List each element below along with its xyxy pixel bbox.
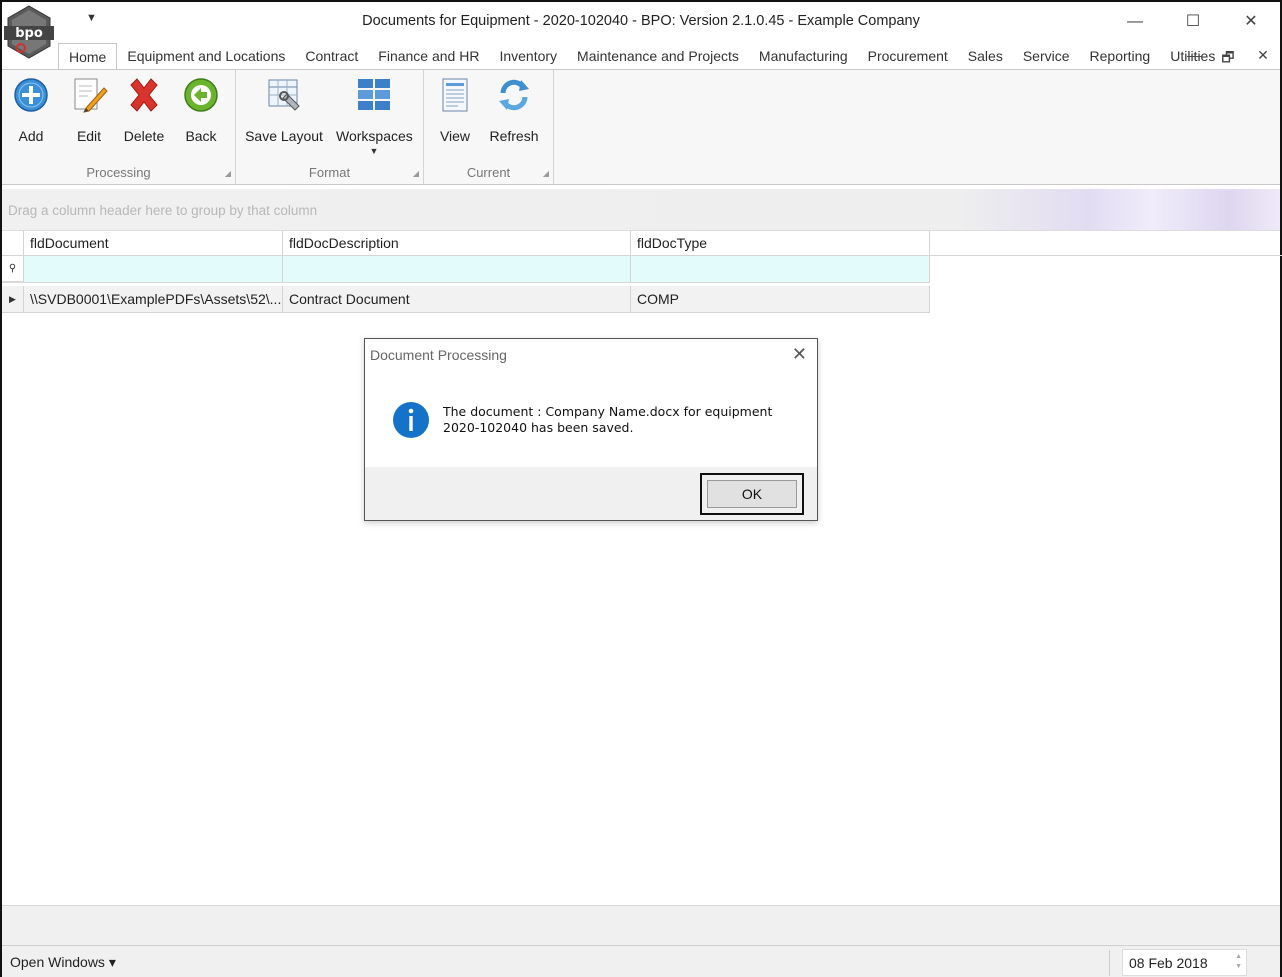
bpo-logo[interactable]: bpo	[2, 2, 56, 64]
close-button[interactable]: ✕	[1236, 10, 1266, 34]
ribbon-panel: Add Edit Delete Back Processing ◢ Save L…	[2, 69, 1280, 185]
back-button[interactable]: Back	[180, 76, 222, 144]
view-button[interactable]: View	[434, 76, 476, 144]
tab-inventory[interactable]: Inventory	[489, 43, 567, 70]
dialog-footer: OK	[365, 467, 817, 520]
processing-launcher-icon[interactable]: ◢	[225, 169, 231, 178]
edit-icon	[70, 76, 108, 114]
save-layout-button[interactable]: Save Layout	[244, 76, 324, 144]
view-label: View	[439, 128, 471, 144]
tab-reporting[interactable]: Reporting	[1080, 43, 1161, 70]
tab-home[interactable]: Home	[58, 43, 118, 70]
document-processing-dialog: Document Processing ✕ The document : Com…	[364, 338, 818, 521]
refresh-label: Refresh	[489, 128, 539, 144]
tab-finance-and-hr[interactable]: Finance and HR	[368, 43, 489, 70]
add-label: Add	[18, 128, 44, 144]
filter-pin-icon: ⚲	[2, 256, 24, 282]
status-bar: Open Windows ▾ 08 Feb 2018 ▲ ▼	[2, 945, 1280, 977]
mdi-restore-icon[interactable]: 🗗	[1218, 47, 1238, 71]
grid-footer-bar	[2, 905, 1280, 945]
date-field[interactable]: 08 Feb 2018 ▲ ▼	[1122, 949, 1247, 976]
group-label-current: Current	[466, 165, 511, 180]
filter-cell-flddocdescription[interactable]	[283, 256, 631, 282]
column-header-flddocument[interactable]: fldDocument	[24, 231, 283, 256]
tab-service[interactable]: Service	[1013, 43, 1080, 70]
workspaces-dropdown-icon: ▼	[369, 146, 379, 156]
title-bar: bpo ▼ Documents for Equipment - 2020-102…	[2, 2, 1280, 59]
workspaces-button[interactable]: Workspaces ▼	[336, 76, 413, 156]
filter-cell-flddocument[interactable]	[24, 256, 283, 282]
window-title: Documents for Equipment - 2020-102040 - …	[362, 13, 920, 29]
ok-button[interactable]: OK	[707, 480, 797, 508]
group-label-processing: Processing	[86, 165, 151, 180]
grid-header: fldDocument fldDocDescription fldDocType	[2, 231, 1282, 256]
filter-cell-flddoctype[interactable]	[631, 256, 930, 282]
cell-flddocdescription[interactable]: Contract Document	[283, 286, 631, 312]
delete-icon	[125, 76, 163, 114]
status-separator	[1109, 950, 1110, 976]
open-windows-button[interactable]: Open Windows ▾	[10, 954, 116, 971]
date-value: 08 Feb 2018	[1129, 955, 1208, 971]
dialog-close-icon[interactable]: ✕	[792, 344, 807, 365]
column-header-flddocdescription[interactable]: fldDocDescription	[283, 231, 631, 256]
tab-sales[interactable]: Sales	[958, 43, 1013, 70]
ribbon-tabs: Home Equipment and Locations Contract Fi…	[58, 42, 1225, 70]
group-label-format: Format	[308, 165, 351, 180]
dialog-title: Document Processing	[370, 347, 507, 363]
refresh-icon	[495, 76, 533, 114]
mdi-close-icon[interactable]: ✕	[1253, 47, 1273, 64]
dialog-message: The document : Company Name.docx for equ…	[443, 404, 773, 435]
group-format: Save Layout Workspaces ▼ Format ◢	[236, 70, 424, 184]
delete-button[interactable]: Delete	[122, 76, 166, 144]
save-layout-label: Save Layout	[245, 128, 323, 144]
delete-label: Delete	[123, 128, 165, 144]
back-label: Back	[185, 128, 217, 144]
minimize-button[interactable]: —	[1120, 10, 1150, 34]
ok-button-focus-frame: OK	[700, 473, 804, 515]
add-button[interactable]: Add	[10, 76, 52, 144]
date-spin-icon[interactable]: ▲ ▼	[1235, 952, 1242, 972]
tab-procurement[interactable]: Procurement	[858, 43, 958, 70]
auto-filter-row: ⚲	[2, 256, 930, 283]
column-header-flddoctype[interactable]: fldDocType	[631, 231, 930, 256]
view-icon	[436, 76, 474, 114]
back-arrow-icon	[182, 76, 220, 114]
cell-flddoctype[interactable]: COMP	[631, 286, 930, 312]
info-icon	[392, 401, 430, 439]
maximize-button[interactable]: ☐	[1178, 10, 1208, 34]
group-current: View Refresh Current ◢	[424, 70, 554, 184]
add-icon	[12, 76, 50, 114]
edit-button[interactable]: Edit	[68, 76, 110, 144]
table-row[interactable]: ▶ \\SVDB0001\ExamplePDFs\Assets\52\... C…	[2, 286, 930, 313]
row-indicator-icon: ▶	[2, 286, 24, 312]
current-launcher-icon[interactable]: ◢	[543, 169, 549, 178]
refresh-button[interactable]: Refresh	[486, 76, 542, 144]
tab-equipment-and-locations[interactable]: Equipment and Locations	[117, 43, 295, 70]
format-launcher-icon[interactable]: ◢	[413, 169, 419, 178]
tab-maintenance-and-projects[interactable]: Maintenance and Projects	[567, 43, 749, 70]
header-indicator	[2, 231, 24, 256]
app-window: bpo ▼ Documents for Equipment - 2020-102…	[0, 0, 1282, 977]
tab-contract[interactable]: Contract	[295, 43, 368, 70]
edit-label: Edit	[76, 128, 102, 144]
cell-flddocument[interactable]: \\SVDB0001\ExamplePDFs\Assets\52\...	[24, 286, 283, 312]
tab-manufacturing[interactable]: Manufacturing	[749, 43, 858, 70]
save-layout-icon	[265, 76, 303, 114]
workspaces-label: Workspaces	[336, 128, 413, 144]
group-processing: Add Edit Delete Back Processing ◢	[2, 70, 236, 184]
workspaces-icon	[355, 76, 393, 114]
mdi-minimize-icon[interactable]: —	[1184, 47, 1204, 63]
group-by-panel[interactable]: Drag a column header here to group by th…	[2, 189, 1280, 231]
group-by-hint: Drag a column header here to group by th…	[8, 203, 318, 218]
